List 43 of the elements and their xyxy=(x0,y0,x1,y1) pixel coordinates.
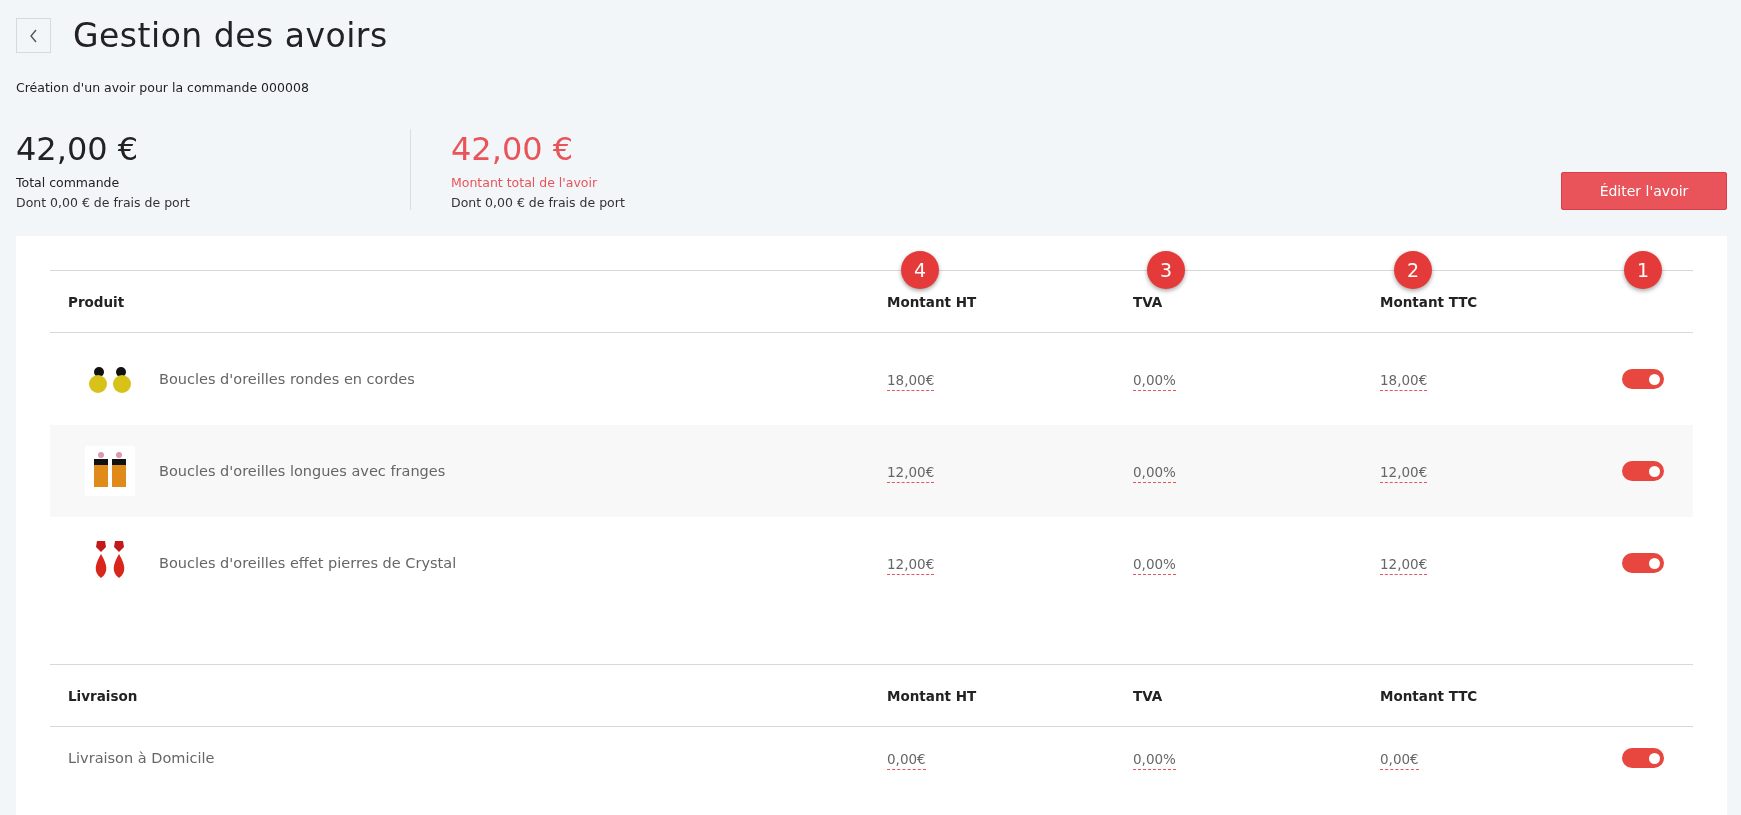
total-label: Montant total de l'avoir xyxy=(451,175,599,190)
column-header: Montant HT xyxy=(887,293,978,310)
vat-rate-field[interactable]: 0,00% xyxy=(1133,555,1176,575)
product-name: Boucles d'oreilles longues avec franges xyxy=(159,463,446,479)
column-header: TVA xyxy=(1133,293,1164,310)
earrings-drawing xyxy=(85,446,135,496)
total-amount: 42,00 € xyxy=(16,129,140,169)
step-number-badge: 4 xyxy=(901,251,939,289)
column-header: Montant TTC xyxy=(1380,687,1479,704)
column-header: Montant TTC xyxy=(1380,293,1479,310)
total-amount: 42,00 € xyxy=(451,129,575,169)
column-header: Livraison xyxy=(67,687,139,704)
amount-field[interactable]: 18,00€ xyxy=(887,371,935,391)
toggle-switch[interactable] xyxy=(1622,748,1664,768)
product-name: Boucles d'oreilles rondes en cordes xyxy=(159,371,415,387)
step-number-badge: 3 xyxy=(1147,251,1185,289)
column-header: Montant HT xyxy=(887,687,978,704)
step-number-badge: 2 xyxy=(1394,251,1432,289)
vat-rate-field[interactable]: 0,00% xyxy=(1133,750,1176,770)
product-name: Boucles d'oreilles effet pierres de Crystal xyxy=(159,555,457,571)
amount-field[interactable]: 18,00€ xyxy=(1380,371,1428,391)
product-name: Livraison à Domicile xyxy=(68,750,215,766)
amount-field[interactable]: 12,00€ xyxy=(887,463,935,483)
edit-credit-button[interactable]: Éditer l'avoir xyxy=(1561,172,1727,210)
amount-field[interactable]: 0,00€ xyxy=(887,750,926,770)
column-header: TVA xyxy=(1133,687,1164,704)
toggle-switch[interactable] xyxy=(1622,369,1664,389)
shipping-note: Dont 0,00 € de frais de port xyxy=(16,195,191,210)
order-subtitle: Création d'un avoir pour la commande 000008 xyxy=(16,80,310,95)
page-title: Gestion des avoirs xyxy=(73,16,388,55)
amount-field[interactable]: 12,00€ xyxy=(1380,463,1428,483)
total-label: Total commande xyxy=(16,175,121,190)
vat-rate-field[interactable]: 0,00% xyxy=(1133,463,1176,483)
amount-field[interactable]: 12,00€ xyxy=(1380,555,1428,575)
shipping-note: Dont 0,00 € de frais de port xyxy=(451,195,626,210)
step-number-badge: 1 xyxy=(1624,251,1662,289)
toggle-switch[interactable] xyxy=(1622,553,1664,573)
toggle-switch[interactable] xyxy=(1622,461,1664,481)
vat-rate-field[interactable]: 0,00% xyxy=(1133,371,1176,391)
column-header: Produit xyxy=(67,293,126,310)
amount-field[interactable]: 12,00€ xyxy=(887,555,935,575)
amount-field[interactable]: 0,00€ xyxy=(1380,750,1419,770)
chevron-left-icon xyxy=(28,28,39,43)
